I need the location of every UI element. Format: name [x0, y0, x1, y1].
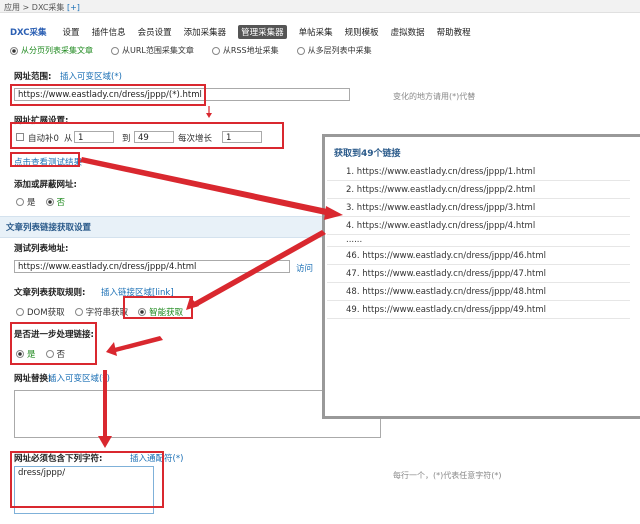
breadcrumb: 应用 > DXC采集 [+] — [0, 0, 640, 13]
radio-icon — [10, 46, 18, 55]
list-item: 49. https://www.eastlady.cn/dress/jppp/4… — [327, 301, 630, 319]
breadcrumb-add-button[interactable]: [+] — [67, 3, 80, 12]
annotation-box-further — [10, 322, 97, 365]
mode-multi-level[interactable]: 从多层列表中采集 — [296, 45, 372, 56]
mode-label: 从分页列表采集文章 — [21, 46, 93, 55]
list-item: 3. https://www.eastlady.cn/dress/jppp/3.… — [327, 199, 630, 217]
radio-icon — [296, 46, 305, 55]
nav-item-add-collector[interactable]: 添加采集器 — [184, 26, 227, 38]
popup-link-list: 1. https://www.eastlady.cn/dress/jppp/1.… — [325, 163, 640, 319]
exclude-radio-group: 是 否 — [16, 196, 65, 208]
nav-item-settings[interactable]: 设置 — [63, 26, 80, 38]
annotation-box-url-range — [10, 84, 206, 106]
nav-item-virtual-data[interactable]: 虚拟数据 — [391, 26, 425, 38]
exclude-no-label: 否 — [56, 198, 66, 208]
list-item: 4. https://www.eastlady.cn/dress/jppp/4.… — [327, 217, 630, 235]
annotation-box-must-contain — [10, 451, 164, 508]
test-list-input[interactable]: https://www.eastlady.cn/dress/jppp/4.htm… — [14, 260, 290, 273]
mode-label: 从URL范围采集文章 — [122, 46, 194, 55]
url-range-insert-link[interactable]: 插入可变区域(*) — [60, 70, 122, 82]
list-item: 46. https://www.eastlady.cn/dress/jppp/4… — [327, 247, 630, 265]
nav-item-help[interactable]: 帮助教程 — [437, 26, 471, 38]
mode-rss[interactable]: 从RSS地址采集 — [211, 45, 279, 56]
mode-url-range[interactable]: 从URL范围采集文章 — [111, 45, 194, 56]
annotation-box-test-link — [10, 152, 80, 167]
test-list-label: 测试列表地址: — [14, 244, 69, 254]
replace-insert-link[interactable]: 插入可变区域(*) — [48, 372, 110, 384]
collect-mode-group: 从分页列表采集文章 从URL范围采集文章 从RSS地址采集 从多层列表中采集 — [10, 45, 390, 56]
exclude-yes-radio[interactable] — [16, 198, 24, 206]
list-item: 1. https://www.eastlady.cn/dress/jppp/1.… — [327, 163, 630, 181]
article-list-section-header: 文章列表链接获取设置 — [0, 216, 322, 238]
rule-string-label: 字符串获取 — [85, 308, 129, 318]
exclude-label: 添加或屏蔽网址: — [14, 180, 77, 190]
url-range-hint: 变化的地方请用(*)代替 — [393, 92, 476, 101]
radio-icon — [111, 46, 119, 55]
nav-item-single-post[interactable]: 单帖采集 — [299, 26, 333, 38]
rule-string-radio[interactable] — [74, 308, 83, 316]
exclude-no-radio[interactable] — [45, 198, 54, 206]
exclude-yes-label: 是 — [27, 198, 36, 208]
replace-label: 网址替换: — [14, 374, 52, 384]
mode-label: 从多层列表中采集 — [307, 46, 372, 55]
breadcrumb-path: 应用 > DXC采集 — [4, 3, 65, 12]
visit-link[interactable]: 访问 — [296, 262, 313, 274]
top-nav: DXC采集 设置 插件信息 会员设置 添加采集器 管理采集器 单帖采集 规则模板… — [10, 24, 483, 40]
list-item: 2. https://www.eastlady.cn/dress/jppp/2.… — [327, 181, 630, 199]
nav-item-plugin-info[interactable]: 插件信息 — [92, 26, 126, 38]
mode-paged-list[interactable]: 从分页列表采集文章 — [10, 45, 93, 56]
must-contain-hint: 每行一个，(*)代表任意字符(*) — [393, 471, 502, 480]
arrow-to-further — [114, 336, 163, 352]
rule-label: 文章列表获取规则: — [14, 288, 86, 298]
radio-icon — [211, 46, 220, 55]
list-item: 47. https://www.eastlady.cn/dress/jppp/4… — [327, 265, 630, 283]
list-ellipsis: ...... — [327, 235, 630, 247]
arrow-head — [106, 342, 117, 356]
app-brand[interactable]: DXC采集 — [10, 26, 47, 38]
mode-label: 从RSS地址采集 — [222, 46, 279, 55]
rule-dom-radio[interactable] — [16, 308, 24, 316]
nav-item-manage-collector[interactable]: 管理采集器 — [238, 25, 287, 39]
url-range-label: 网址范围: — [14, 72, 52, 82]
list-item: 48. https://www.eastlady.cn/dress/jppp/4… — [327, 283, 630, 301]
nav-item-member-settings[interactable]: 会员设置 — [138, 26, 172, 38]
popup-title: 获取到49个链接 — [334, 149, 401, 159]
arrow-test-to-popup — [80, 157, 332, 216]
annotation-box-expand — [10, 122, 284, 149]
nav-item-rule-templates[interactable]: 规则模板 — [345, 26, 379, 38]
annotation-box-smart — [123, 296, 193, 319]
result-popup: 获取到49个链接 1. https://www.eastlady.cn/dres… — [322, 134, 640, 419]
rule-dom-label: DOM获取 — [27, 308, 65, 318]
arrow-head — [206, 113, 212, 118]
